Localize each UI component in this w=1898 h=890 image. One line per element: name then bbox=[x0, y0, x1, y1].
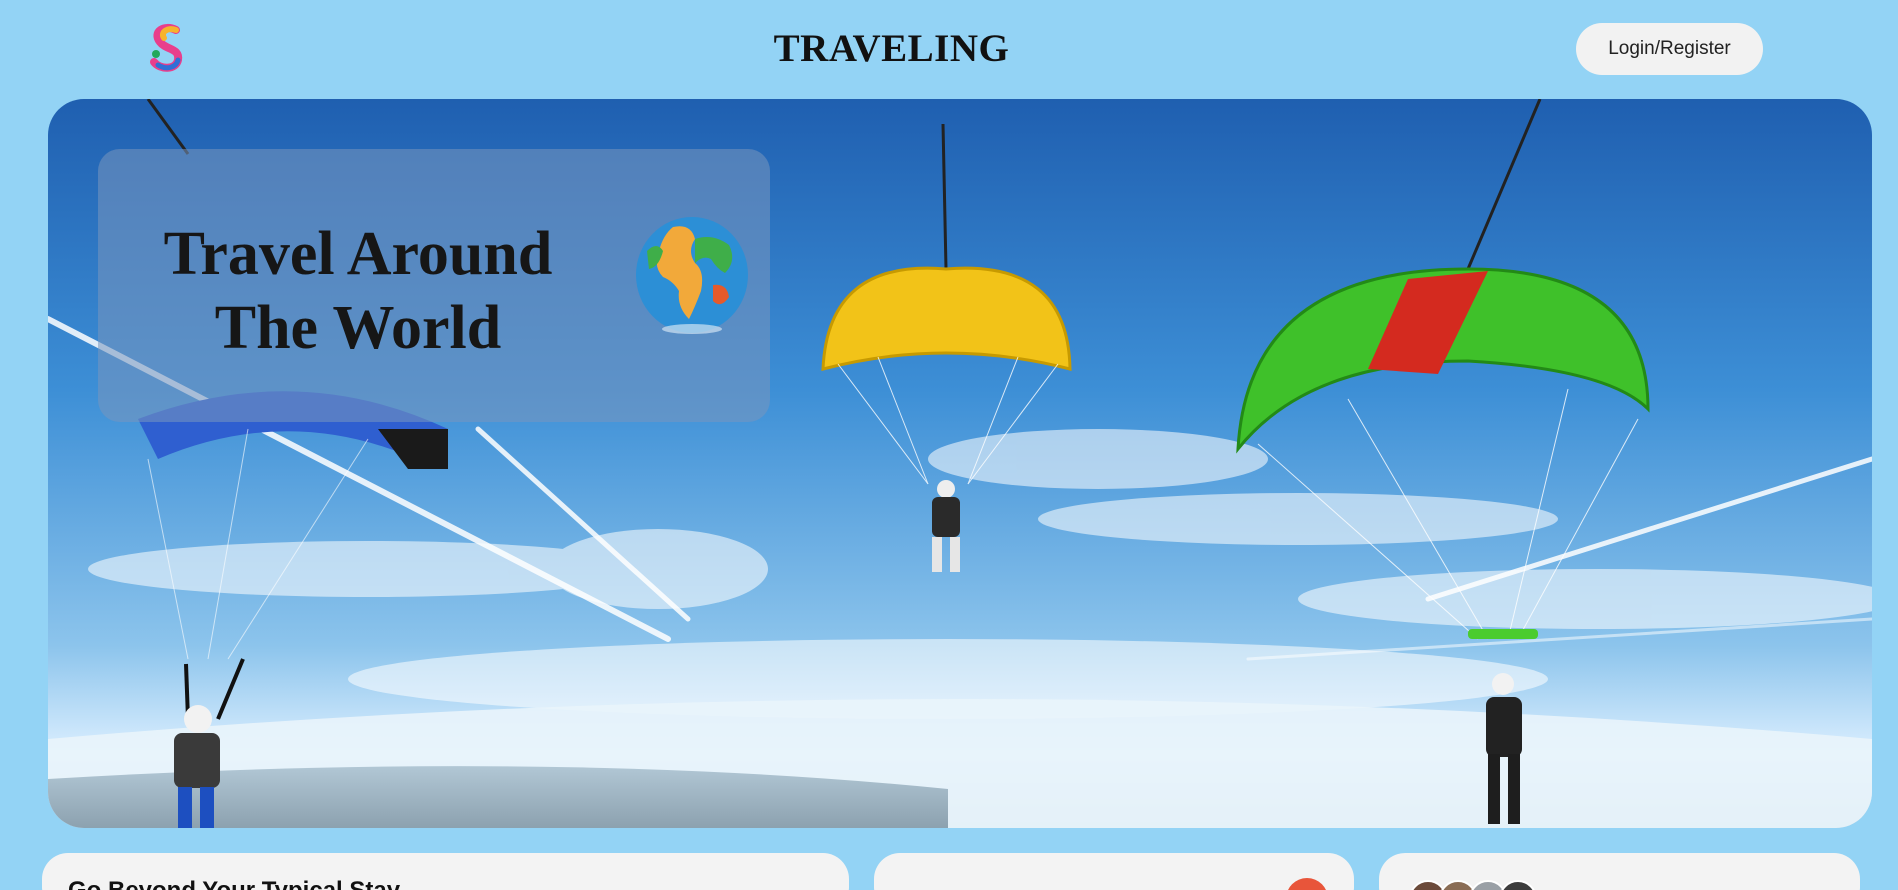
hero-headline-line1: Travel Around bbox=[163, 220, 553, 288]
feature-card-stay[interactable]: Go Beyond Your Typical Stay bbox=[42, 853, 849, 890]
hero-headline-card: Travel Around The World bbox=[98, 149, 770, 422]
hero-banner: Travel Around The World bbox=[48, 99, 1872, 828]
globe-icon bbox=[636, 217, 748, 334]
hero-headline: Travel Around The World bbox=[98, 217, 618, 365]
feature-card-middle[interactable] bbox=[874, 853, 1354, 890]
login-register-button[interactable]: Login/Register bbox=[1576, 23, 1763, 75]
site-title[interactable]: TRAVELING bbox=[0, 26, 1783, 71]
hero-headline-line2: The World bbox=[214, 294, 502, 362]
avatar bbox=[1499, 880, 1537, 890]
feature-card-community[interactable] bbox=[1379, 853, 1860, 890]
card-title: Go Beyond Your Typical Stay bbox=[68, 877, 400, 890]
arrow-button-icon[interactable] bbox=[1286, 878, 1328, 890]
header: TRAVELING Login/Register bbox=[0, 0, 1898, 100]
